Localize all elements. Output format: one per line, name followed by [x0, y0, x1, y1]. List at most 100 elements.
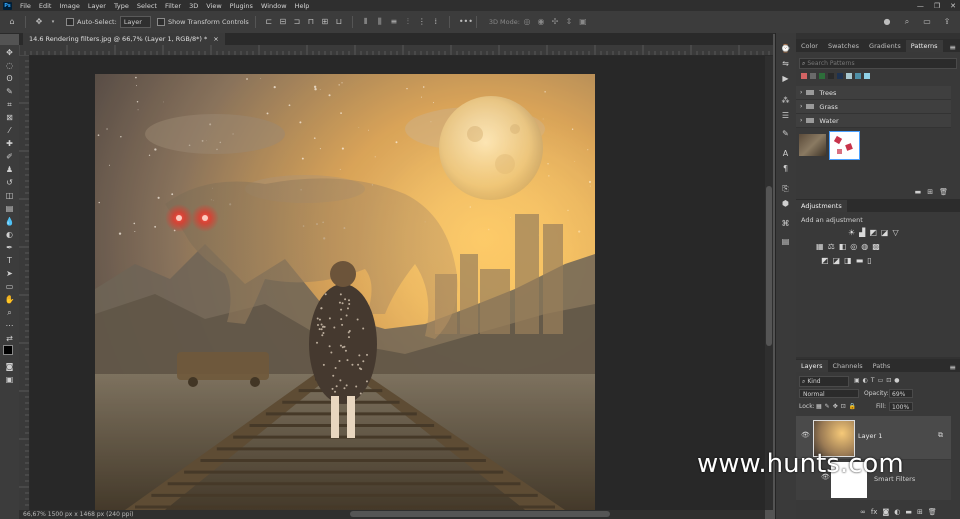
close-icon[interactable]: ✕: [950, 2, 956, 10]
link-layers-icon[interactable]: ∞: [860, 508, 866, 516]
brush-settings-icon[interactable]: ⁂: [779, 95, 792, 106]
healing-brush-tool-icon[interactable]: ✚: [3, 138, 16, 149]
layer-name[interactable]: Layer 1: [858, 432, 882, 440]
vibrance-icon[interactable]: ▽: [892, 228, 898, 237]
rectangle-tool-icon[interactable]: ▭: [3, 281, 16, 292]
tab-gradients[interactable]: Gradients: [864, 40, 906, 52]
color-balance-icon[interactable]: ⚖: [828, 242, 835, 251]
canvas-area[interactable]: [30, 56, 765, 510]
document-artwork[interactable]: [95, 74, 595, 510]
black-white-icon[interactable]: ◧: [839, 242, 847, 251]
distribute-5-icon[interactable]: ⋮: [418, 18, 426, 26]
gradient-map-icon[interactable]: ▬: [856, 256, 864, 265]
show-transform-checkbox[interactable]: [156, 18, 165, 26]
actions-icon[interactable]: ⇋: [779, 58, 792, 69]
screen-mode-icon[interactable]: ▣: [3, 374, 16, 385]
frame-tool-icon[interactable]: ⊠: [3, 112, 16, 123]
opacity-field[interactable]: 69%: [889, 389, 913, 398]
new-pattern-icon[interactable]: ⊞: [927, 188, 933, 196]
menu-view[interactable]: View: [202, 2, 225, 10]
pattern-swatch[interactable]: [846, 73, 852, 79]
align-right-icon[interactable]: ⊐: [293, 18, 301, 26]
shape-filter-icon[interactable]: ▭: [878, 377, 884, 384]
blend-mode-dropdown[interactable]: Normal: [799, 389, 859, 398]
tab-adjustments[interactable]: Adjustments: [796, 200, 847, 212]
visibility-eye-icon[interactable]: 👁: [801, 431, 810, 439]
smart-filter-icon[interactable]: ⊡: [886, 377, 891, 384]
quick-mask-icon[interactable]: ◙: [3, 361, 16, 372]
align-bottom-icon[interactable]: ⊔: [335, 18, 343, 26]
history-brush-tool-icon[interactable]: ↺: [3, 177, 16, 188]
search-icon[interactable]: ⌕: [903, 18, 911, 26]
new-layer-icon[interactable]: ⊞: [917, 508, 923, 516]
menu-3d[interactable]: 3D: [185, 2, 202, 10]
lasso-tool-icon[interactable]: ʘ: [3, 73, 16, 84]
invert-icon[interactable]: ◩: [821, 256, 829, 265]
menu-edit[interactable]: Edit: [35, 2, 56, 10]
channel-mixer-icon[interactable]: ◍: [861, 242, 868, 251]
tab-patterns[interactable]: Patterns: [905, 40, 943, 52]
levels-icon[interactable]: ▟: [859, 228, 865, 237]
pattern-swatch[interactable]: [819, 73, 825, 79]
quick-select-tool-icon[interactable]: ✎: [3, 86, 16, 97]
menu-window[interactable]: Window: [257, 2, 291, 10]
align-middle-icon[interactable]: ⊞: [321, 18, 329, 26]
distribute-6-icon[interactable]: ⁞: [432, 18, 440, 26]
share-icon[interactable]: ⇪: [943, 18, 951, 26]
document-tab[interactable]: 14.6 Rendering filters.jpg @ 66,7% (Laye…: [23, 33, 225, 45]
photoshop-logo-icon[interactable]: Ps: [3, 1, 12, 10]
pattern-swatch[interactable]: [837, 73, 843, 79]
align-center-icon[interactable]: ⊟: [279, 18, 287, 26]
color-lookup-icon[interactable]: ▩: [872, 242, 880, 251]
delete-layer-icon[interactable]: 🗑: [928, 508, 937, 516]
menu-type[interactable]: Type: [110, 2, 133, 10]
distribute-3-icon[interactable]: ≡: [390, 18, 398, 26]
distribute-1-icon[interactable]: ⫴: [362, 18, 370, 26]
3d-roll-icon[interactable]: ◉: [537, 18, 545, 26]
hue-saturation-icon[interactable]: ▦: [816, 242, 824, 251]
type-tool-icon[interactable]: T: [3, 255, 16, 266]
panel-menu-icon[interactable]: ≡: [949, 43, 960, 52]
delete-icon[interactable]: 🗑: [939, 188, 948, 196]
foreground-color-swatch[interactable]: [3, 345, 13, 355]
libraries-icon[interactable]: ⌘: [779, 218, 792, 229]
eraser-tool-icon[interactable]: ◫: [3, 190, 16, 201]
paragraph-icon[interactable]: ¶: [779, 163, 792, 174]
tab-paths[interactable]: Paths: [868, 360, 896, 372]
pattern-folder-grass[interactable]: › Grass: [796, 100, 951, 114]
type-filter-icon[interactable]: T: [871, 377, 875, 384]
add-mask-icon[interactable]: ◙: [882, 508, 889, 516]
pattern-swatch[interactable]: [801, 73, 807, 79]
maximize-icon[interactable]: ❐: [934, 2, 940, 10]
more-options-icon[interactable]: •••: [459, 18, 473, 26]
menu-image[interactable]: Image: [55, 2, 83, 10]
swap-colors-icon[interactable]: ⇄: [3, 333, 16, 344]
zoom-tool-icon[interactable]: ⌕: [3, 307, 16, 318]
gradient-tool-icon[interactable]: ▤: [3, 203, 16, 214]
menu-layer[interactable]: Layer: [84, 2, 110, 10]
hand-tool-icon[interactable]: ✋: [3, 294, 16, 305]
crop-tool-icon[interactable]: ⌗: [3, 99, 16, 110]
play-icon[interactable]: ▶: [779, 73, 792, 84]
character-icon[interactable]: A: [779, 148, 792, 159]
move-tool-icon[interactable]: ✥: [35, 18, 43, 26]
layer-filter-dropdown[interactable]: ⌕ Kind: [799, 376, 849, 387]
threshold-icon[interactable]: ◨: [844, 256, 852, 265]
distribute-2-icon[interactable]: ⫼: [376, 18, 384, 26]
edit-toolbar-icon[interactable]: ⋯: [3, 320, 16, 331]
photo-filter-icon[interactable]: ◎: [850, 242, 857, 251]
pattern-folder-trees[interactable]: › Trees: [796, 86, 951, 100]
distribute-4-icon[interactable]: ⫶: [404, 18, 412, 26]
3d-slide-icon[interactable]: ⇕: [565, 18, 573, 26]
blur-tool-icon[interactable]: 💧: [3, 216, 16, 227]
align-top-icon[interactable]: ⊓: [307, 18, 315, 26]
3d-scale-icon[interactable]: ▣: [579, 18, 587, 26]
vertical-scrollbar[interactable]: [765, 56, 773, 510]
pattern-thumbnail-selected[interactable]: [829, 131, 860, 160]
menu-plugins[interactable]: Plugins: [226, 2, 257, 10]
new-group-icon[interactable]: ▬: [915, 188, 922, 196]
pattern-folder-water[interactable]: › Water: [796, 114, 951, 128]
adjustment-layer-icon[interactable]: ◐: [894, 508, 900, 516]
curves-icon[interactable]: ◩: [869, 228, 877, 237]
posterize-icon[interactable]: ◪: [833, 256, 841, 265]
